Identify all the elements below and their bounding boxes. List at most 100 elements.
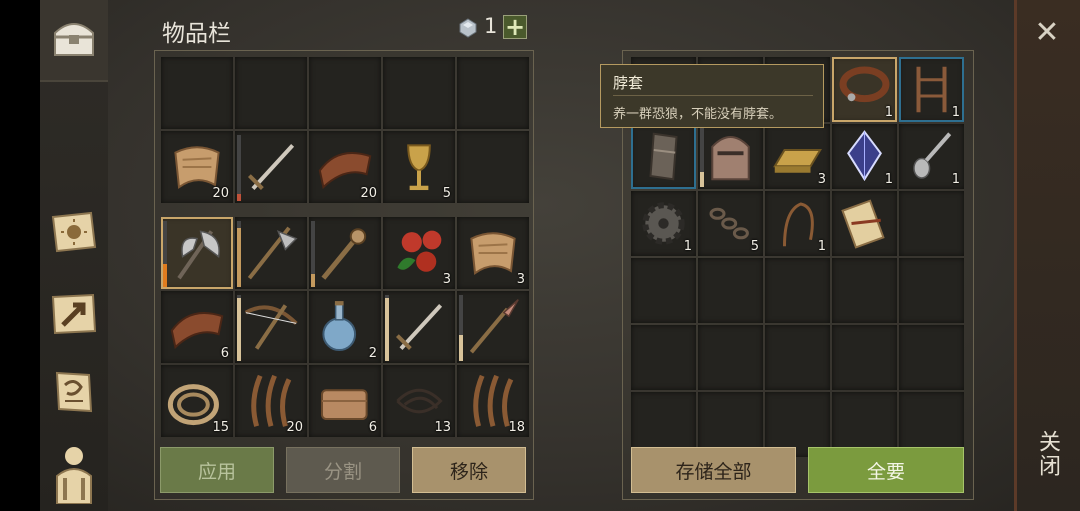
- inventory-slot[interactable]: 20: [309, 131, 381, 203]
- storage-slot[interactable]: [832, 258, 897, 323]
- inventory-slot[interactable]: [383, 291, 455, 363]
- close-label[interactable]: 关闭: [1032, 430, 1060, 478]
- storage-slot[interactable]: 3: [765, 124, 830, 189]
- storage-slot[interactable]: [832, 191, 897, 256]
- storage-slot[interactable]: 5: [698, 191, 763, 256]
- inventory-slot[interactable]: [235, 131, 307, 203]
- storage-slot[interactable]: [631, 325, 696, 390]
- inventory-slot[interactable]: 20: [161, 131, 233, 203]
- inventory-slot[interactable]: [161, 217, 233, 289]
- durability-bar: [237, 295, 241, 361]
- close-bar[interactable]: ✕ 关闭: [1014, 0, 1080, 511]
- sun-map-icon[interactable]: [48, 206, 100, 258]
- sword-icon: [395, 304, 443, 351]
- item-count: 1: [683, 239, 692, 254]
- storage-slot[interactable]: 1: [765, 191, 830, 256]
- store-all-button[interactable]: 存储全部: [631, 447, 796, 493]
- durability-bar: [237, 135, 241, 201]
- inventory-slot[interactable]: [457, 57, 529, 129]
- storage-slot[interactable]: [765, 258, 830, 323]
- tooltip-title: 脖套: [613, 74, 644, 92]
- storage-slot[interactable]: 1: [899, 124, 964, 189]
- inventory-slot[interactable]: [383, 57, 455, 129]
- storage-slot[interactable]: 1: [631, 191, 696, 256]
- storage-slot[interactable]: 1: [899, 57, 964, 122]
- item-count: 3: [516, 272, 525, 287]
- item-count: 1: [951, 172, 960, 187]
- tooltip-description: 养一群恐狼，不能没有脖套。: [613, 107, 783, 122]
- inventory-slot[interactable]: [235, 217, 307, 289]
- storage-slot[interactable]: 1: [832, 57, 897, 122]
- storage-slot[interactable]: [899, 258, 964, 323]
- item-count: 6: [368, 420, 377, 435]
- arrow-map-icon[interactable]: [48, 288, 100, 340]
- item-count: 5: [750, 239, 759, 254]
- inventory-grid-top: 20 20 5: [161, 57, 529, 203]
- storage-slot[interactable]: [698, 258, 763, 323]
- axe-icon: [177, 230, 220, 280]
- scroll-icon: [841, 199, 885, 249]
- add-currency-button[interactable]: +: [503, 15, 527, 39]
- item-count: 1: [817, 239, 826, 254]
- durability-bar: [459, 295, 463, 361]
- item-count: 20: [286, 420, 303, 435]
- inventory-slot[interactable]: [235, 57, 307, 129]
- item-count: 6: [220, 346, 229, 361]
- storage-slot[interactable]: [631, 124, 696, 189]
- inventory-slot[interactable]: 20: [235, 365, 307, 437]
- item-count: 5: [442, 186, 451, 201]
- inventory-slot[interactable]: [161, 57, 233, 129]
- storage-slot[interactable]: [765, 325, 830, 390]
- inventory-slot[interactable]: 18: [457, 365, 529, 437]
- scroll-map-icon[interactable]: [48, 366, 100, 418]
- storage-slot[interactable]: 1: [832, 124, 897, 189]
- inventory-slot[interactable]: [457, 291, 529, 363]
- remove-button[interactable]: 移除: [412, 447, 526, 493]
- take-all-button[interactable]: 全要: [808, 447, 964, 493]
- left-edge: [0, 0, 40, 511]
- item-count: 3: [442, 272, 451, 287]
- item-count: 1: [884, 105, 893, 120]
- item-count: 20: [360, 186, 377, 201]
- inventory-slot[interactable]: 6: [161, 291, 233, 363]
- mace-icon: [321, 228, 367, 280]
- storage-slot[interactable]: [698, 124, 763, 189]
- inventory-slot[interactable]: [309, 217, 381, 289]
- inventory-slot[interactable]: 3: [383, 217, 455, 289]
- durability-bar: [163, 221, 167, 287]
- item-count: 20: [212, 186, 229, 201]
- inventory-slot[interactable]: 2: [309, 291, 381, 363]
- close-icon[interactable]: ✕: [1032, 18, 1062, 48]
- inventory-slot[interactable]: 13: [383, 365, 455, 437]
- storage-slot[interactable]: [698, 325, 763, 390]
- inventory-slot[interactable]: 5: [383, 131, 455, 203]
- inventory-slot[interactable]: 6: [309, 365, 381, 437]
- durability-bar: [237, 221, 241, 287]
- spear-icon: [469, 299, 519, 354]
- halberd-icon: [247, 226, 298, 280]
- page-title: 物品栏: [162, 21, 231, 47]
- item-count: 2: [368, 346, 377, 361]
- storage-slot[interactable]: [631, 258, 696, 323]
- character-icon[interactable]: [48, 447, 100, 504]
- storage-slot[interactable]: [832, 325, 897, 390]
- sword-icon: [247, 144, 295, 191]
- inventory-slot[interactable]: [235, 291, 307, 363]
- inventory-slot[interactable]: 15: [161, 365, 233, 437]
- item-count: 3: [817, 172, 826, 187]
- item-count: 1: [951, 105, 960, 120]
- storage-slot[interactable]: [899, 325, 964, 390]
- gem-icon: [459, 18, 477, 38]
- inventory-slot[interactable]: [309, 57, 381, 129]
- durability-bar: [311, 221, 315, 287]
- inventory-grid-bottom: 3 3 6 2 15 20 6 13 18: [161, 217, 529, 437]
- storage-slot[interactable]: [899, 191, 964, 256]
- inventory-slot[interactable]: [457, 131, 529, 203]
- split-button[interactable]: 分割: [286, 447, 400, 493]
- tooltip-divider: [613, 95, 813, 96]
- apply-button[interactable]: 应用: [160, 447, 274, 493]
- chest-icon[interactable]: [48, 12, 100, 64]
- durability-bar: [385, 295, 389, 361]
- inventory-slot[interactable]: 3: [457, 217, 529, 289]
- item-count: 18: [508, 420, 525, 435]
